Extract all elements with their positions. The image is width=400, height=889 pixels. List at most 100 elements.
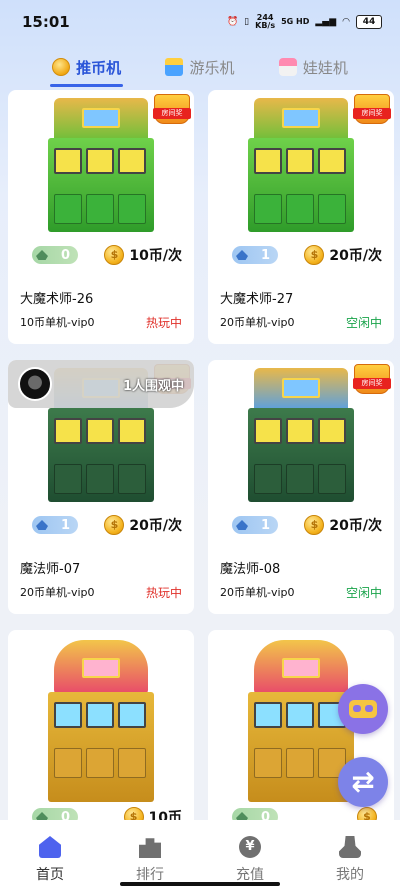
- vr-glasses-icon: [349, 700, 377, 718]
- machine-illustration: [248, 98, 354, 232]
- card-footer: 20币单机-vip0 空闲中: [208, 580, 394, 601]
- room-prize-badge: 房间奖: [353, 364, 391, 394]
- price-row: 1 $20币/次: [8, 512, 194, 538]
- nav-label: 我的: [336, 867, 364, 883]
- price-row: 0 $10币/次: [8, 242, 194, 268]
- ride-icon: [165, 58, 184, 76]
- machine-image: [8, 630, 194, 802]
- refresh-icon: ⇄: [351, 765, 375, 798]
- refresh-button[interactable]: ⇄: [338, 757, 388, 807]
- vip-level: 0: [260, 809, 270, 821]
- price: $20币/次: [104, 515, 182, 535]
- doll-machine-icon: [278, 58, 297, 76]
- net-speed-unit: KB/s: [255, 21, 276, 30]
- status-icons: ⏰ ▯ 244 KB/s 5G HD ▂▄▆ ◠ 44: [227, 14, 382, 30]
- nav-profile[interactable]: 我的: [315, 836, 385, 884]
- machine-image: 房间奖 1人围观中: [8, 360, 194, 508]
- machine-desc: 20币单机-vip0: [220, 316, 295, 329]
- price: $10币/次: [104, 245, 182, 265]
- gold-coin-icon: $: [304, 245, 325, 265]
- nav-label: 充值: [236, 867, 264, 883]
- price-value: 20币/次: [329, 518, 382, 534]
- machine-name: 大魔术师-27: [220, 292, 294, 307]
- diamond-icon: [36, 250, 48, 260]
- category-tabs: 推币机 游乐机 娃娃机: [0, 44, 400, 90]
- home-icon: [39, 836, 61, 858]
- price-row: 0 $10币: [8, 804, 194, 820]
- price: $20币/次: [304, 245, 382, 265]
- machine-card[interactable]: 房间奖 1人围观中 1 $20币/次 魔法师-07 20币单机-vip0 热玩中: [8, 360, 194, 614]
- nav-recharge[interactable]: ¥ 充值: [215, 836, 285, 884]
- price-row: 1 $20币/次: [208, 242, 394, 268]
- price-value: 20币/次: [329, 248, 382, 264]
- diamond-icon: [236, 250, 248, 260]
- viewer-count: 1人围观中: [122, 378, 184, 394]
- machine-desc: 20币单机-vip0: [220, 586, 295, 599]
- machine-status: 空闲中: [345, 316, 382, 330]
- vip-level: 1: [260, 247, 270, 263]
- machine-illustration: [48, 640, 154, 802]
- machine-card[interactable]: 房间奖 0 $10币/次 大魔术师-26 10币单机-vip0 热玩中: [8, 90, 194, 344]
- room-prize-badge: 房间奖: [153, 94, 191, 124]
- vr-button[interactable]: [338, 684, 388, 734]
- profile-icon: [339, 836, 361, 858]
- gold-coin-icon: $: [104, 245, 125, 265]
- home-indicator: [120, 882, 280, 886]
- vip-level: 1: [60, 517, 70, 533]
- vip-level-badge: 0: [232, 808, 278, 820]
- price: $10币: [123, 807, 182, 820]
- ranking-icon: [139, 838, 161, 858]
- bottom-nav: 首页 排行 ¥ 充值 我的: [0, 820, 400, 889]
- card-footer: 20币单机-vip0 热玩中: [8, 580, 194, 601]
- vip-level: 0: [60, 247, 70, 263]
- tab-amusement[interactable]: 游乐机: [165, 47, 235, 87]
- gold-coin-icon: $: [304, 515, 325, 535]
- diamond-icon: [236, 812, 248, 820]
- card-footer: 20币单机-vip0 空闲中: [208, 310, 394, 331]
- signal-label: 5G HD: [281, 17, 310, 26]
- price-value: 10币: [148, 810, 182, 820]
- vip-level-badge: 1: [232, 516, 278, 534]
- machine-name: 大魔术师-26: [20, 292, 94, 307]
- gold-coin-icon: $: [104, 515, 125, 535]
- price-value: 20币/次: [129, 518, 182, 534]
- diamond-icon: [236, 520, 248, 530]
- vip-level-badge: 0: [32, 246, 78, 264]
- machine-illustration: [48, 98, 154, 232]
- status-bar: 15:01 ⏰ ▯ 244 KB/s 5G HD ▂▄▆ ◠ 44: [0, 0, 400, 44]
- machine-card[interactable]: 房间奖 1 $20币/次 大魔术师-27 20币单机-vip0 空闲中: [208, 90, 394, 344]
- gold-coin-icon: $: [123, 807, 144, 820]
- status-time: 15:01: [22, 13, 70, 31]
- card-footer: 10币单机-vip0 热玩中: [8, 310, 194, 331]
- machine-card[interactable]: 房间奖 1 $20币/次 魔法师-08 20币单机-vip0 空闲中: [208, 360, 394, 614]
- machine-image: 房间奖: [208, 360, 394, 508]
- tab-label: 娃娃机: [302, 58, 348, 77]
- nav-label: 排行: [136, 867, 164, 883]
- price: $20币/次: [304, 515, 382, 535]
- vibrate-icon: ▯: [244, 17, 250, 27]
- machine-card[interactable]: 0 $10币: [8, 630, 194, 820]
- tab-claw-machine[interactable]: 娃娃机: [278, 47, 348, 87]
- nav-home[interactable]: 首页: [15, 836, 85, 884]
- vip-level: 0: [60, 809, 70, 821]
- tab-coin-pusher[interactable]: 推币机: [50, 47, 124, 87]
- wifi-icon: ◠: [342, 17, 350, 27]
- machine-status: 热玩中: [145, 316, 182, 330]
- diamond-icon: [36, 812, 48, 820]
- tab-label: 游乐机: [189, 58, 235, 77]
- coin-icon: [52, 58, 71, 76]
- viewer-overlay: 1人围观中: [8, 360, 194, 408]
- viewer-avatar: [18, 367, 52, 401]
- room-prize-label: 房间奖: [353, 378, 391, 389]
- machine-name: 魔法师-08: [220, 562, 281, 577]
- vip-level-badge: 0: [32, 808, 78, 820]
- battery-icon: 44: [356, 15, 382, 29]
- nav-ranking[interactable]: 排行: [115, 836, 185, 884]
- room-prize-badge: 房间奖: [353, 94, 391, 124]
- machine-image: 房间奖: [208, 90, 394, 238]
- nav-label: 首页: [36, 867, 64, 883]
- vip-level: 1: [260, 517, 270, 533]
- room-prize-label: 房间奖: [153, 108, 191, 119]
- price-value: 10币/次: [129, 248, 182, 264]
- machine-desc: 10币单机-vip0: [20, 316, 95, 329]
